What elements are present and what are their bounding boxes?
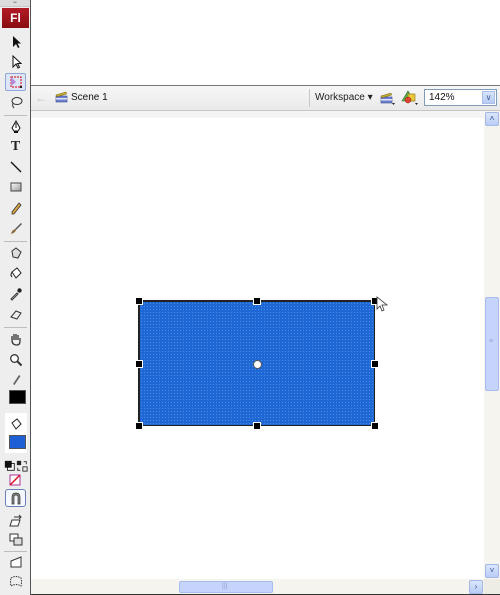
pencil-icon <box>12 375 20 385</box>
scroll-down-button[interactable]: ˅ <box>485 564 499 578</box>
scene-breadcrumb[interactable]: Scene 1 <box>71 92 108 103</box>
transform-handle-right[interactable] <box>371 360 379 368</box>
subselection-tool[interactable] <box>5 53 26 71</box>
stroke-color-control <box>5 372 26 386</box>
default-colors-icon <box>4 460 15 471</box>
tool-separator <box>4 327 27 328</box>
default-colors-button[interactable] <box>4 460 16 472</box>
stroke-color-swatch[interactable] <box>9 390 26 404</box>
envelope-button[interactable] <box>5 572 26 590</box>
free-transform-tool[interactable] <box>5 73 26 91</box>
eyedropper-icon <box>9 288 22 301</box>
scene-clapperboard-icon <box>55 91 68 103</box>
rotate-skew-button[interactable] <box>5 512 26 530</box>
back-arrow-button[interactable]: ← <box>35 91 47 105</box>
pencil-icon <box>11 202 22 215</box>
brush-tool[interactable] <box>5 219 26 237</box>
chevron-down-icon[interactable]: ∨ <box>482 91 495 104</box>
rectangle-icon <box>10 182 21 192</box>
fill-bucket-icon <box>5 417 26 431</box>
ink-bottle-icon <box>10 247 22 259</box>
rotate-skew-icon <box>8 514 22 527</box>
zoom-tool[interactable] <box>5 351 26 369</box>
transform-handle-top[interactable] <box>253 297 261 305</box>
lasso-tool[interactable] <box>5 93 26 111</box>
tool-separator <box>4 115 27 116</box>
tool-separator <box>4 551 27 552</box>
pen-tool[interactable] <box>5 118 26 136</box>
rectangle-tool[interactable] <box>5 178 26 196</box>
transform-handle-top-left[interactable] <box>135 297 143 305</box>
distort-button[interactable] <box>5 553 26 571</box>
transform-handle-left[interactable] <box>135 360 143 368</box>
tools-panel: •• Fl T <box>0 0 31 595</box>
scrollbar-corner <box>484 579 500 595</box>
hand-tool[interactable] <box>5 330 26 348</box>
eraser-icon <box>9 310 22 320</box>
workspace-menu[interactable]: Workspace ▾ <box>315 92 373 103</box>
tool-separator <box>4 241 27 242</box>
edit-symbols-icon[interactable] <box>401 89 419 106</box>
transformation-point[interactable] <box>253 360 262 369</box>
scale-button[interactable] <box>5 530 26 548</box>
panel-grip[interactable]: •• <box>0 0 30 7</box>
toolbar-divider <box>309 89 310 107</box>
pencil-tool[interactable] <box>5 199 26 217</box>
free-transform-icon <box>10 76 22 88</box>
ink-bottle-tool[interactable] <box>5 244 26 262</box>
hollow-arrow-icon <box>12 55 22 69</box>
no-color-icon <box>9 474 21 486</box>
zoom-value[interactable]: 142% <box>429 92 455 103</box>
envelope-icon <box>9 576 22 587</box>
text-tool[interactable]: T <box>5 138 26 156</box>
magnifier-icon <box>9 354 22 367</box>
thumb-grip-icon: ||| <box>222 583 228 590</box>
snap-to-objects-button[interactable] <box>5 489 26 507</box>
transform-handle-bottom[interactable] <box>253 422 261 430</box>
zoom-combobox[interactable]: 142% ∨ <box>424 89 497 106</box>
fill-color-swatch[interactable] <box>9 435 26 449</box>
mouse-cursor-icon <box>376 296 388 312</box>
swap-colors-button[interactable] <box>16 460 28 472</box>
line-icon <box>10 161 21 173</box>
transform-handle-bottom-right[interactable] <box>371 422 379 430</box>
transform-handle-bottom-left[interactable] <box>135 422 143 430</box>
selection-tool[interactable] <box>5 33 26 51</box>
distort-icon <box>10 556 21 568</box>
magnet-icon <box>11 492 20 505</box>
vertical-scroll-thumb[interactable]: ≡ <box>485 297 499 391</box>
lasso-icon <box>11 97 22 109</box>
arrow-icon <box>12 36 21 48</box>
hand-icon <box>10 334 21 346</box>
scroll-up-button[interactable]: ˄ <box>485 112 499 126</box>
thumb-grip-icon: ≡ <box>489 338 494 345</box>
paint-bucket-icon <box>10 267 22 279</box>
eyedropper-tool[interactable] <box>5 285 26 303</box>
scroll-right-button[interactable]: › <box>469 580 483 594</box>
edit-bar: ← Scene 1 Workspace ▾ 142% ∨ <box>31 85 500 111</box>
stage-top-strip <box>31 111 484 118</box>
app-logo: Fl <box>2 8 29 28</box>
no-color-button[interactable] <box>8 473 22 487</box>
brush-icon <box>10 223 22 234</box>
eraser-tool[interactable] <box>5 305 26 323</box>
vertical-scrollbar[interactable]: ˄ ≡ ˅ <box>484 111 500 579</box>
horizontal-scrollbar[interactable]: ||| › <box>31 579 484 595</box>
line-tool[interactable] <box>5 158 26 176</box>
scale-icon <box>9 533 22 546</box>
swap-colors-icon <box>16 460 28 472</box>
pen-nib-icon <box>10 120 21 133</box>
horizontal-scroll-thumb[interactable]: ||| <box>179 581 273 593</box>
paint-bucket-tool[interactable] <box>5 264 26 282</box>
edit-scene-icon[interactable] <box>379 90 395 106</box>
